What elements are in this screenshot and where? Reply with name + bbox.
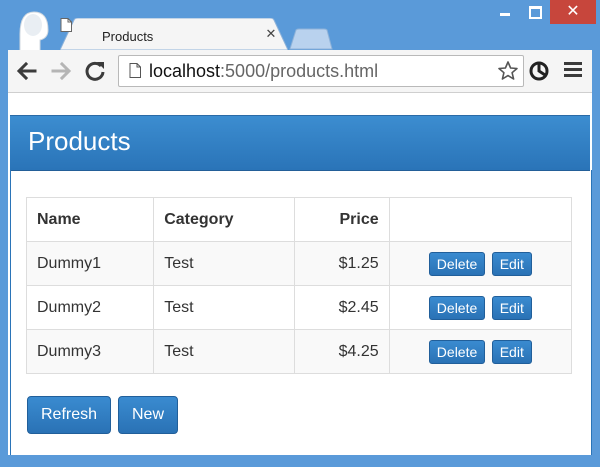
- cell-category: Test: [153, 285, 296, 330]
- edit-button[interactable]: Edit: [491, 295, 532, 320]
- window-controls: ✕: [484, 0, 600, 26]
- new-tab-button[interactable]: [288, 28, 334, 50]
- table-row: Dummy3 Test $4.25 Delete Edit: [25, 329, 573, 374]
- title-bar: Products ✕ ✕: [0, 0, 600, 52]
- table-row: Dummy2 Test $2.45 Delete Edit: [25, 285, 573, 330]
- header-category: Category: [153, 197, 296, 242]
- delete-button[interactable]: Delete: [428, 295, 486, 320]
- browser-window: Products ✕ ✕ localhost:5000/products.htm…: [0, 0, 600, 467]
- edit-button[interactable]: Edit: [491, 251, 532, 276]
- cell-price: $4.25: [294, 329, 390, 374]
- cell-name: Dummy1: [25, 241, 155, 286]
- url-path: :5000/products.html: [220, 61, 379, 81]
- cell-name: Dummy2: [25, 285, 155, 330]
- hamburger-menu-icon[interactable]: [564, 62, 582, 80]
- arrow-right-icon[interactable]: [50, 60, 72, 82]
- header-name: Name: [25, 197, 155, 242]
- new-button[interactable]: New: [118, 396, 179, 434]
- page-viewport: Products Name Category Price Dummy1 Test…: [8, 93, 592, 455]
- address-bar[interactable]: localhost:5000/products.html: [118, 55, 524, 87]
- tab-title: Products: [102, 29, 154, 44]
- cell-actions: Delete Edit: [388, 285, 573, 330]
- tab-products[interactable]: Products ✕: [60, 18, 288, 50]
- browser-toolbar: localhost:5000/products.html: [8, 50, 592, 93]
- header-actions: [388, 197, 573, 242]
- maximize-button[interactable]: [520, 0, 550, 24]
- products-table: Name Category Price Dummy1 Test $1.25 De…: [25, 197, 573, 374]
- cell-name: Dummy3: [25, 329, 155, 374]
- url-host: localhost: [149, 61, 221, 81]
- table-header-row: Name Category Price: [25, 197, 573, 242]
- delete-button[interactable]: Delete: [428, 251, 486, 276]
- cell-price: $1.25: [294, 241, 390, 286]
- extension-icon[interactable]: [528, 60, 550, 82]
- profile-icon[interactable]: [14, 8, 54, 52]
- reload-icon[interactable]: [84, 60, 106, 82]
- close-icon[interactable]: ✕: [263, 26, 279, 42]
- refresh-button[interactable]: Refresh: [27, 396, 112, 434]
- page-icon[interactable]: [129, 63, 141, 78]
- delete-button[interactable]: Delete: [428, 339, 486, 364]
- close-window-icon: ✕: [566, 3, 580, 20]
- panel-heading: Products: [10, 115, 590, 171]
- page-title: Products: [28, 126, 131, 156]
- cell-category: Test: [153, 241, 296, 286]
- header-price: Price: [294, 197, 390, 242]
- cell-category: Test: [153, 329, 296, 374]
- cell-actions: Delete Edit: [388, 241, 573, 286]
- minimize-button[interactable]: [490, 0, 520, 24]
- edit-button[interactable]: Edit: [491, 339, 532, 364]
- document-icon: [60, 18, 72, 32]
- arrow-left-icon[interactable]: [16, 60, 38, 82]
- table-row: Dummy1 Test $1.25 Delete Edit: [25, 241, 573, 286]
- cell-actions: Delete Edit: [388, 329, 573, 374]
- cell-price: $2.45: [294, 285, 390, 330]
- star-icon[interactable]: [497, 60, 519, 82]
- close-window-button[interactable]: ✕: [550, 0, 596, 24]
- url-text[interactable]: localhost:5000/products.html: [149, 61, 378, 82]
